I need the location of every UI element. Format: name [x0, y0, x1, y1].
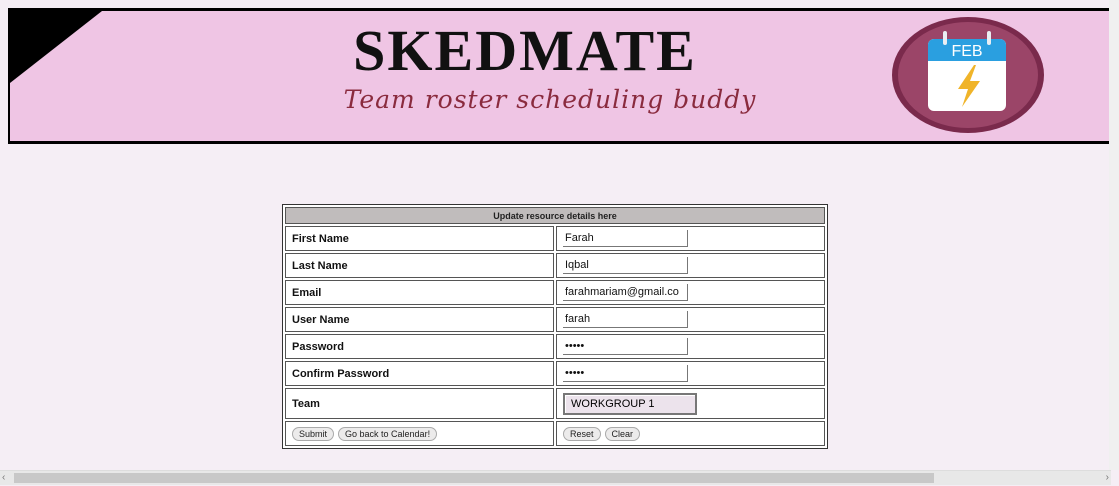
- logo-month: FEB: [951, 43, 982, 60]
- horizontal-scroll-thumb[interactable]: [14, 473, 934, 483]
- table-row: Email: [285, 280, 825, 305]
- user-name-label: User Name: [285, 307, 554, 332]
- password-label: Password: [285, 334, 554, 359]
- team-select[interactable]: WORKGROUP 1: [563, 392, 697, 415]
- brand-tagline: Team roster scheduling buddy: [343, 85, 757, 114]
- header-banner: SKEDMATE Team roster scheduling buddy FE…: [8, 8, 1109, 144]
- form-heading: Update resource details here: [285, 207, 825, 224]
- last-name-label: Last Name: [285, 253, 554, 278]
- table-row: Confirm Password: [285, 361, 825, 386]
- reset-button[interactable]: Reset: [563, 426, 601, 441]
- scroll-right-arrow-icon[interactable]: ›: [1106, 472, 1109, 483]
- table-row: Team WORKGROUP 1: [285, 388, 825, 419]
- last-name-field[interactable]: [563, 257, 688, 274]
- password-field[interactable]: [563, 338, 688, 355]
- brand-title: SKEDMATE: [353, 18, 697, 83]
- email-label: Email: [285, 280, 554, 305]
- calendar-icon: FEB: [892, 17, 1044, 133]
- scroll-left-arrow-icon[interactable]: ‹: [2, 472, 5, 483]
- resource-table: Update resource details here First Name …: [282, 204, 828, 449]
- corner-wedge-decoration: [10, 11, 102, 83]
- confirm-password-field[interactable]: [563, 365, 688, 382]
- resource-form: Update resource details here First Name …: [282, 204, 828, 449]
- submit-button[interactable]: Submit: [292, 426, 335, 441]
- horizontal-scrollbar[interactable]: ‹ ›: [0, 470, 1111, 485]
- clear-button[interactable]: Clear: [604, 426, 641, 441]
- first-name-label: First Name: [285, 226, 554, 251]
- table-row: First Name: [285, 226, 825, 251]
- table-row: Last Name: [285, 253, 825, 278]
- table-row: Password: [285, 334, 825, 359]
- team-label: Team: [285, 388, 554, 419]
- user-name-field[interactable]: [563, 311, 688, 328]
- first-name-field[interactable]: [563, 230, 688, 247]
- confirm-password-label: Confirm Password: [285, 361, 554, 386]
- back-to-calendar-button[interactable]: Go back to Calendar!: [338, 426, 438, 441]
- table-row: User Name: [285, 307, 825, 332]
- vertical-scrollbar[interactable]: [1109, 0, 1119, 470]
- table-row: Submit Go back to Calendar! Reset Clear: [285, 421, 825, 446]
- email-field[interactable]: [563, 284, 688, 301]
